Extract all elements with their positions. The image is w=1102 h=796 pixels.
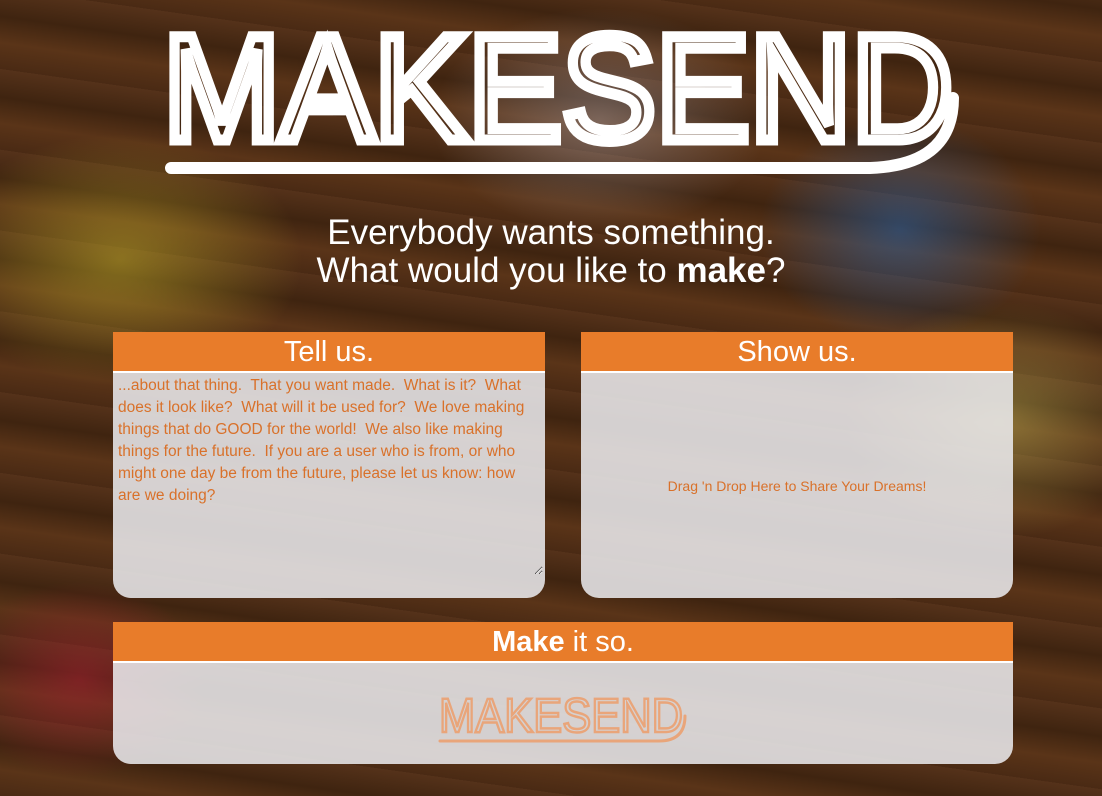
tagline: Everybody wants something. What would yo… (0, 214, 1102, 290)
dropzone-text: Drag 'n Drop Here to Share Your Dreams! (667, 477, 927, 494)
tagline-line2-prefix: What would you like to (316, 251, 677, 290)
makesend-logo: MAKESEND (163, 18, 959, 176)
description-textarea[interactable] (115, 373, 543, 575)
show-us-panel: Show us. Drag 'n Drop Here to Share Your… (581, 332, 1013, 598)
submit-logo-wordmark: MAKESEND (439, 692, 683, 743)
make-it-so-panel: Make it so. MAKESEND (113, 622, 1013, 764)
file-dropzone[interactable]: Drag 'n Drop Here to Share Your Dreams! (581, 373, 1013, 598)
make-it-so-rest: it so. (564, 626, 634, 658)
make-it-so-bold: Make (492, 626, 565, 658)
tell-us-title: Tell us. (113, 332, 545, 373)
tagline-line1: Everybody wants something. (327, 213, 775, 252)
tagline-line2: What would you like to make? (0, 252, 1102, 290)
tagline-make-word: make (676, 251, 766, 290)
tagline-line2-suffix: ? (765, 251, 786, 290)
make-it-so-body: MAKESEND (113, 663, 1013, 764)
submit-logo-button[interactable]: MAKESEND (437, 692, 689, 746)
make-it-so-title: Make it so. (113, 622, 1013, 663)
show-us-title: Show us. (581, 332, 1013, 373)
logo-wordmark: MAKESEND (163, 18, 953, 172)
tell-us-panel: Tell us. (113, 332, 545, 598)
